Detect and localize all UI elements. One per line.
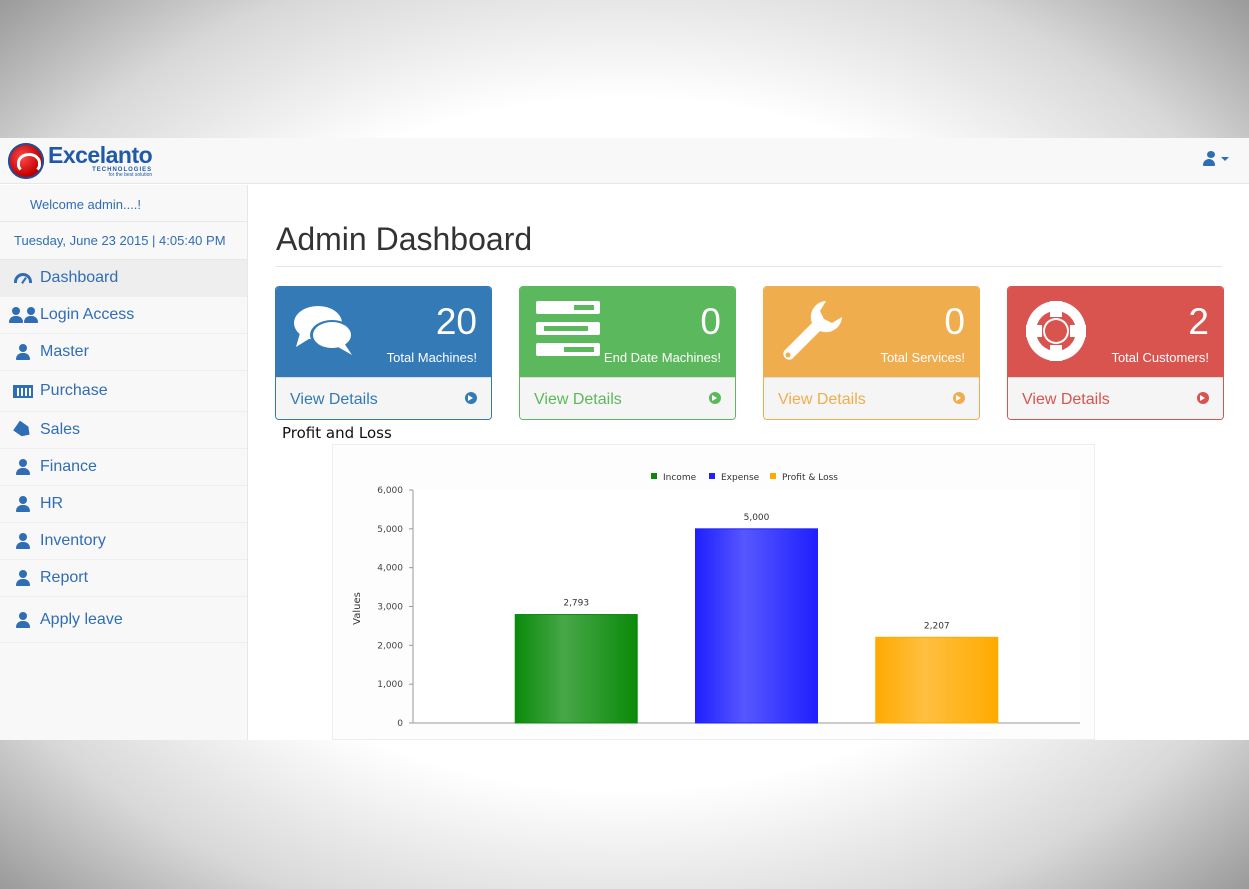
panel-label: Total Customers! <box>1111 350 1209 365</box>
panel-total-services: 0 Total Services! View Details <box>763 286 980 420</box>
main-content: Admin Dashboard 20 Total Machines! View … <box>248 185 1249 740</box>
chart-title: Profit and Loss <box>282 424 392 442</box>
sidebar-item-label: Finance <box>40 458 97 475</box>
legend-swatch <box>709 473 715 479</box>
app-window: Excelanto TECHNOLOGIES for the best solu… <box>0 138 1249 740</box>
sidebar-item-label: Dashboard <box>40 269 119 286</box>
profit-loss-chart: 0 1,000 2,000 3,000 4,000 5,000 6,000 Values 2,7… <box>332 444 1095 740</box>
y-tick-label: 6,000 <box>377 486 403 496</box>
panel-total-customers: 2 Total Customers! View Details <box>1007 286 1224 420</box>
data-label: 5,000 <box>744 513 770 523</box>
brand-name: Excelanto <box>48 142 153 168</box>
y-tick-label: 4,000 <box>377 564 403 574</box>
user-icon <box>12 611 34 629</box>
user-icon <box>12 532 34 550</box>
sidebar-item-label: Apply leave <box>40 610 123 628</box>
y-tick-label: 1,000 <box>377 680 403 690</box>
view-details-button[interactable]: View Details <box>1008 377 1223 419</box>
sidebar-item-label: Inventory <box>40 532 106 549</box>
panel-label: Total Machines! <box>386 350 477 365</box>
sidebar-item-label: Sales <box>40 421 81 438</box>
bar-expense <box>695 528 818 724</box>
sidebar-item-label: HR <box>40 495 64 512</box>
view-details-link[interactable]: View Details <box>778 391 866 409</box>
y-axis-label: Values <box>352 592 363 625</box>
legend-swatch <box>770 473 776 479</box>
user-menu-button[interactable] <box>1203 151 1229 166</box>
wrench-icon <box>783 301 842 360</box>
view-details-button[interactable]: View Details <box>276 377 491 419</box>
tags-icon <box>12 421 34 439</box>
sidebar-item-label: Purchase <box>40 382 108 399</box>
sidebar-item-login-access[interactable]: Login Access <box>0 297 247 334</box>
cart-icon <box>12 382 34 400</box>
arrow-circle-right-icon <box>709 392 721 404</box>
data-label: 2,793 <box>563 599 589 609</box>
sidebar-item-inventory[interactable]: Inventory <box>0 523 247 560</box>
y-tick-label: 5,000 <box>377 525 403 535</box>
legend-label: Profit & Loss <box>782 473 838 483</box>
user-icon <box>12 569 34 587</box>
panel-value: 20 <box>435 301 477 342</box>
user-icon <box>12 495 34 513</box>
view-details-link[interactable]: View Details <box>534 391 622 409</box>
arrow-circle-right-icon <box>953 392 965 404</box>
y-tick-label: 2,000 <box>377 641 403 651</box>
user-icon <box>12 458 34 476</box>
legend-swatch <box>651 473 657 479</box>
arrow-circle-right-icon <box>1197 392 1209 404</box>
panel-label: End Date Machines! <box>603 350 721 365</box>
welcome-text: Welcome admin....! <box>0 185 247 222</box>
bar-income <box>514 614 638 724</box>
panel-value: 2 <box>1188 301 1209 342</box>
comments-icon <box>294 306 354 355</box>
user-icon <box>12 343 34 361</box>
caret-down-icon <box>1221 156 1229 161</box>
sidebar-item-label: Report <box>40 569 89 586</box>
tasks-icon <box>536 301 600 356</box>
legend-label: Expense <box>721 473 760 483</box>
view-details-link[interactable]: View Details <box>290 391 378 409</box>
legend-label: Income <box>663 473 697 483</box>
arrow-circle-right-icon <box>465 392 477 404</box>
sidebar-item-label: Master <box>40 343 89 360</box>
panel-value: 0 <box>700 301 721 342</box>
brand-logo[interactable]: Excelanto TECHNOLOGIES for the best solu… <box>8 140 153 182</box>
sidebar: Welcome admin....! Tuesday, June 23 2015… <box>0 185 248 740</box>
user-icon <box>1203 151 1215 166</box>
panel-label: Total Services! <box>880 350 965 365</box>
divider <box>276 266 1222 267</box>
bar-profit-loss <box>875 636 999 724</box>
sidebar-item-apply-leave[interactable]: Apply leave <box>0 597 247 643</box>
view-details-button[interactable]: View Details <box>520 377 735 419</box>
dashboard-icon <box>12 269 34 287</box>
page-title: Admin Dashboard <box>276 221 533 257</box>
top-navbar: Excelanto TECHNOLOGIES for the best solu… <box>0 138 1249 184</box>
sidebar-item-sales[interactable]: Sales <box>0 412 247 449</box>
y-tick-label: 3,000 <box>377 603 403 613</box>
sidebar-item-dashboard[interactable]: Dashboard <box>0 260 247 297</box>
brand-tagline: for the best solution <box>108 172 153 178</box>
panel-total-machines: 20 Total Machines! View Details <box>275 286 492 420</box>
sidebar-item-purchase[interactable]: Purchase <box>0 371 247 412</box>
panel-value: 0 <box>944 301 965 342</box>
sidebar-item-finance[interactable]: Finance <box>0 449 247 486</box>
sidebar-item-hr[interactable]: HR <box>0 486 247 523</box>
view-details-button[interactable]: View Details <box>764 377 979 419</box>
view-details-link[interactable]: View Details <box>1022 391 1110 409</box>
sidebar-item-master[interactable]: Master <box>0 334 247 371</box>
sidebar-item-label: Login Access <box>40 306 135 323</box>
panel-end-date-machines: 0 End Date Machines! View Details <box>519 286 736 420</box>
current-datetime: Tuesday, June 23 2015 | 4:05:40 PM <box>0 222 247 260</box>
users-icon <box>8 306 38 324</box>
logo-icon <box>8 143 44 179</box>
support-icon <box>1026 301 1086 361</box>
y-tick-label: 0 <box>397 719 403 729</box>
data-label: 2,207 <box>924 621 950 631</box>
sidebar-item-report[interactable]: Report <box>0 560 247 597</box>
chart-svg: 0 1,000 2,000 3,000 4,000 5,000 6,000 Values 2,7… <box>352 473 1080 729</box>
